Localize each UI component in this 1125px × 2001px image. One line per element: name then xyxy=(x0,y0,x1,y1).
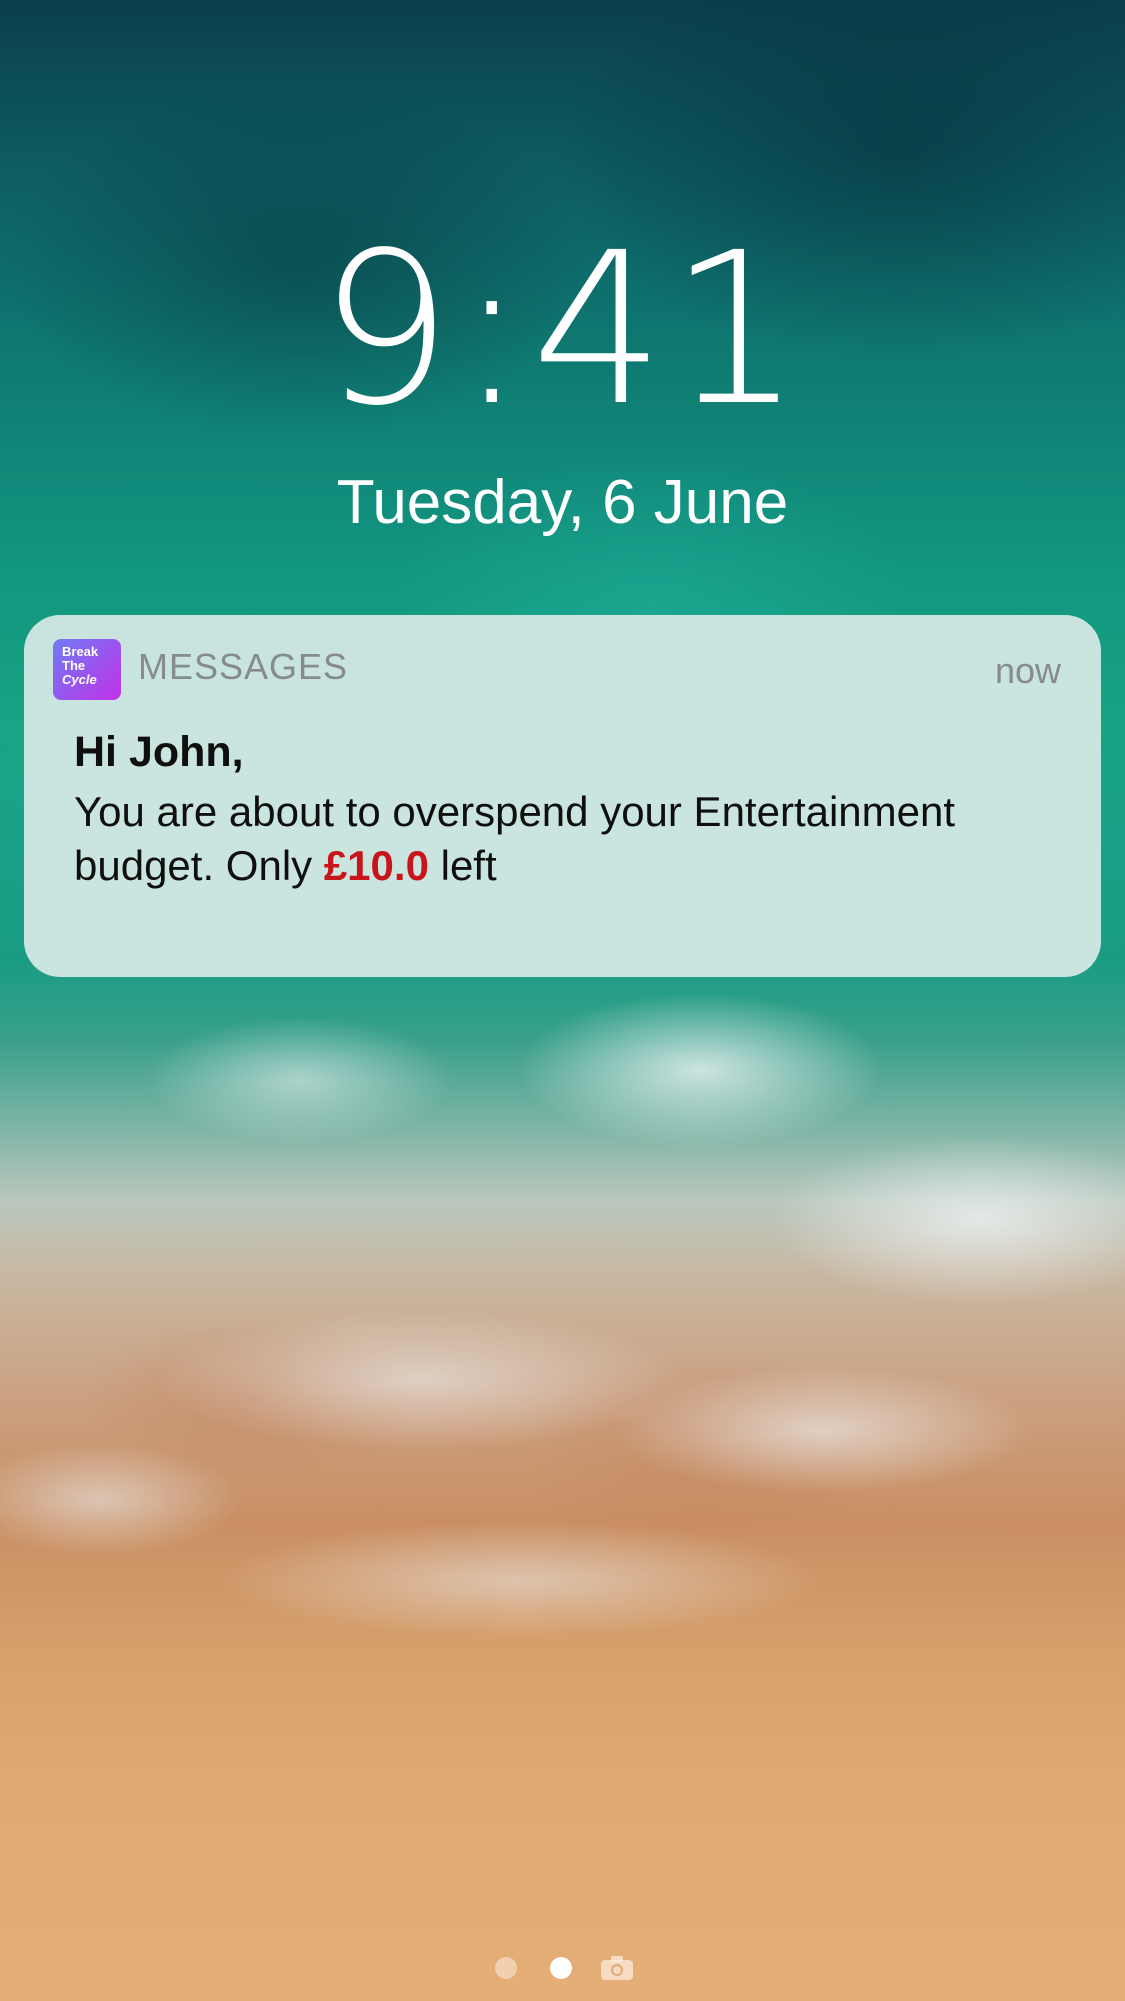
notification-app-name: MESSAGES xyxy=(138,646,349,687)
notification-body: You are about to overspend your Entertai… xyxy=(74,785,1074,893)
notification-card[interactable]: Break The Cycle MESSAGES now Hi John, Yo… xyxy=(24,615,1101,977)
wallpaper-foam xyxy=(0,960,1125,1720)
break-the-cycle-app-icon: Break The Cycle xyxy=(53,639,121,700)
app-icon-text-line: Break xyxy=(62,644,99,659)
notification-timestamp: now xyxy=(994,650,1061,691)
lock-date: Tuesday, 6 June xyxy=(336,468,789,537)
app-icon-text-line: The xyxy=(62,658,86,673)
page-dot-current[interactable] xyxy=(549,1957,572,1979)
page-indicator[interactable] xyxy=(0,1955,1125,1985)
lock-clock: 9:41 xyxy=(318,207,807,452)
notification-body-text: budget. Only xyxy=(74,842,324,889)
page-dot[interactable] xyxy=(495,1957,518,1979)
notification-title: Hi John, xyxy=(74,728,244,776)
lock-screen: 9:41 Tuesday, 6 June Break The Cycle MES… xyxy=(0,0,1125,2001)
remaining-amount: £10.0 xyxy=(323,842,429,889)
notification-body-text: left xyxy=(428,842,497,889)
app-icon-text-line: Cycle xyxy=(62,672,97,687)
notification-body-line: You are about to overspend your Entertai… xyxy=(74,788,956,835)
camera-icon[interactable] xyxy=(600,1955,634,1981)
